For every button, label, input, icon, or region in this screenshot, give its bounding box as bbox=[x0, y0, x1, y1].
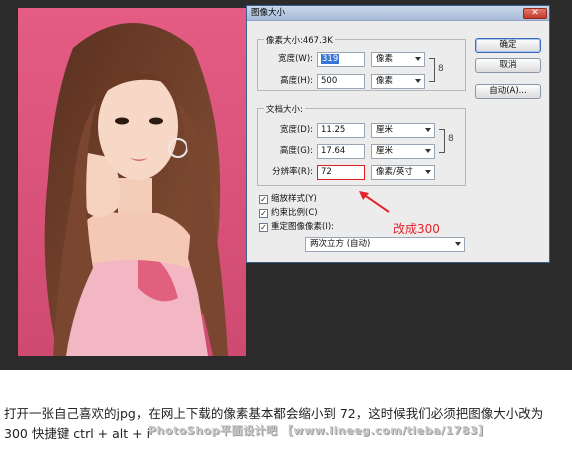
ok-button[interactable]: 确定 bbox=[475, 38, 541, 53]
pixel-width-input[interactable]: 319 bbox=[317, 52, 365, 67]
pixel-width-unit-select[interactable]: 像素 bbox=[371, 52, 425, 67]
dialog-titlebar: 图像大小 bbox=[247, 6, 549, 21]
annotation-arrow bbox=[359, 191, 390, 213]
document-size-label: 文档大小: bbox=[264, 103, 305, 115]
watermark: PhotoShop平面设计吧 【www.lineeg.com/tieba/178… bbox=[148, 424, 490, 437]
cancel-button[interactable]: 取消 bbox=[475, 58, 541, 73]
check-icon: ✓ bbox=[259, 209, 268, 218]
doc-width-input[interactable]: 11.25 bbox=[317, 123, 365, 138]
close-icon: ✕ bbox=[531, 8, 539, 18]
resample-checkbox[interactable]: ✓ 重定图像像素(I): bbox=[259, 221, 334, 233]
link-icon: 8 bbox=[448, 134, 454, 144]
chevron-down-icon bbox=[455, 242, 461, 246]
dialog-title: 图像大小 bbox=[251, 8, 286, 18]
doc-height-unit-select[interactable]: 厘米 bbox=[371, 144, 435, 159]
resolution-unit-select[interactable]: 像素/英寸 bbox=[371, 165, 435, 180]
pixel-height-unit-select[interactable]: 像素 bbox=[371, 74, 425, 89]
resample-method-select[interactable]: 两次立方 (自动) bbox=[305, 237, 465, 252]
constrain-bracket-doc bbox=[439, 129, 445, 153]
photo-girl bbox=[18, 8, 246, 356]
chevron-down-icon bbox=[415, 57, 421, 61]
scale-styles-checkbox[interactable]: ✓ 缩放样式(Y) bbox=[259, 193, 317, 205]
constrain-proportions-checkbox[interactable]: ✓ 约束比例(C) bbox=[259, 207, 318, 219]
pixel-height-label: 高度(H): bbox=[280, 76, 313, 86]
pixel-width-label: 宽度(W): bbox=[278, 54, 313, 64]
link-icon: 8 bbox=[438, 64, 444, 74]
doc-height-input[interactable]: 17.64 bbox=[317, 144, 365, 159]
chevron-down-icon bbox=[425, 149, 431, 153]
doc-height-label: 高度(G): bbox=[279, 146, 313, 156]
chevron-down-icon bbox=[415, 79, 421, 83]
constrain-bracket bbox=[429, 58, 435, 82]
doc-width-label: 宽度(D): bbox=[279, 125, 313, 135]
auto-button[interactable]: 自动(A)... bbox=[475, 84, 541, 99]
annotation-text: 改成300 bbox=[393, 222, 440, 236]
screenshot-area: 图像大小 ✕ 像素大小:467.3K 宽度(W): 319 像素 高度(H): … bbox=[0, 0, 572, 370]
check-icon: ✓ bbox=[259, 195, 268, 204]
chevron-down-icon bbox=[425, 128, 431, 132]
close-button[interactable]: ✕ bbox=[523, 8, 547, 19]
pixel-height-input[interactable]: 500 bbox=[317, 74, 365, 89]
check-icon: ✓ bbox=[259, 223, 268, 232]
resolution-label: 分辨率(R): bbox=[272, 167, 313, 177]
chevron-down-icon bbox=[425, 170, 431, 174]
photo-illustration bbox=[18, 8, 246, 356]
doc-width-unit-select[interactable]: 厘米 bbox=[371, 123, 435, 138]
resolution-input[interactable]: 72 bbox=[317, 165, 365, 180]
pixel-dimensions-label: 像素大小:467.3K bbox=[264, 34, 335, 46]
